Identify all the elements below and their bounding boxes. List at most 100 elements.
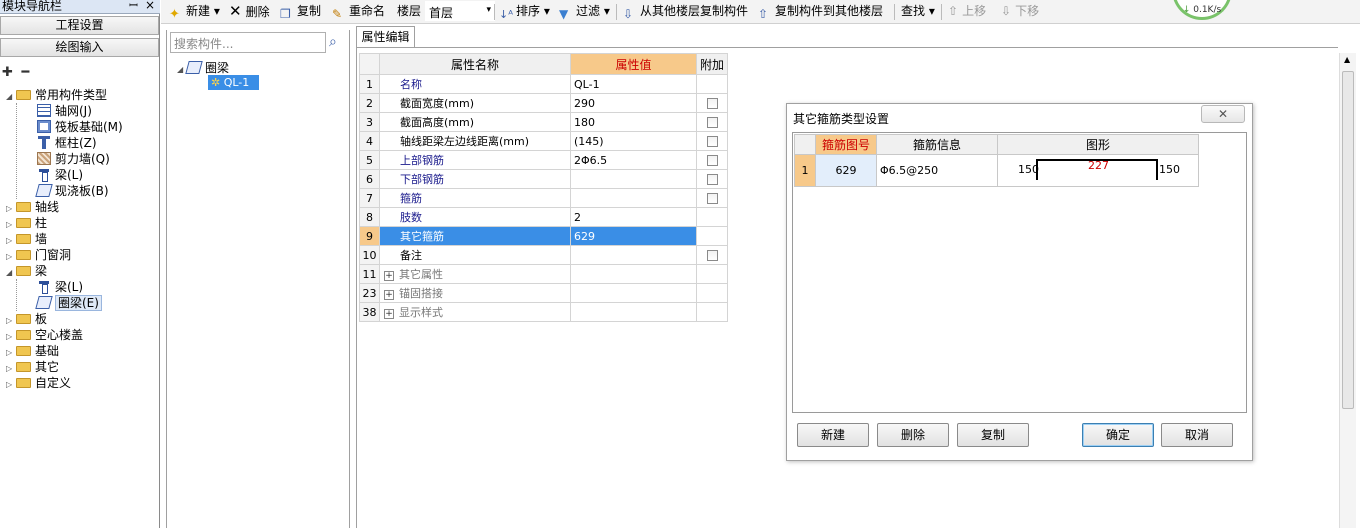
sort-button[interactable]: ↓ᴬ 排序 ▾ — [499, 3, 550, 21]
checkbox[interactable] — [706, 155, 718, 166]
tree-node-beam-group[interactable]: ◢ 梁 — [6, 263, 158, 279]
table-row[interactable]: 23 + 锚固搭接 — [359, 283, 729, 303]
project-settings-button[interactable]: 工程设置 — [0, 16, 159, 35]
new-button[interactable]: ✦ 新建 ▾ — [169, 3, 220, 22]
expand-plus-icon[interactable]: + — [384, 290, 394, 300]
prop-value[interactable]: 2 — [570, 207, 697, 227]
rename-button[interactable]: ✎ 重命名 — [332, 3, 385, 21]
tree-node-ring-beam[interactable]: 圈梁(E) — [35, 295, 158, 311]
copy-to-floor-button[interactable]: ⇧ 复制构件到其他楼层 — [758, 3, 883, 21]
tab-property-edit[interactable]: 属性编辑 — [356, 26, 415, 48]
table-row[interactable]: 7 箍筋 — [359, 188, 729, 208]
table-row[interactable]: 2 截面宽度(mm) 290 — [359, 93, 729, 113]
prop-value[interactable]: QL-1 — [570, 74, 697, 94]
stirrup-shape[interactable]: 150 227 150 — [997, 154, 1199, 187]
col-header-shape: 图形 — [997, 134, 1199, 155]
move-down-button[interactable]: ⇩ 下移 — [1001, 3, 1039, 21]
ok-button[interactable]: 确定 — [1082, 423, 1154, 447]
stirrup-id[interactable]: 629 — [815, 154, 877, 187]
drawing-input-button[interactable]: 绘图输入 — [0, 38, 159, 57]
table-row[interactable]: 1 名称 QL-1 — [359, 74, 729, 94]
expand-plus-icon[interactable]: + — [384, 271, 394, 281]
table-row[interactable]: 3 截面高度(mm) 180 — [359, 112, 729, 132]
collapse-all-icon[interactable]: ━ — [21, 65, 29, 80]
checkbox[interactable] — [706, 193, 718, 204]
tree-node-axisnet[interactable]: 轴网(J) — [37, 103, 158, 119]
checkbox[interactable] — [706, 174, 718, 185]
table-row[interactable]: 10 备注 — [359, 245, 729, 265]
checkbox[interactable] — [706, 250, 718, 261]
table-row[interactable]: 1 629 Φ6.5@250 150 227 150 — [794, 154, 1199, 187]
prop-group[interactable]: + 显示样式 — [379, 302, 571, 322]
col-header-add: 附加 — [695, 53, 729, 75]
move-up-button[interactable]: ⇧ 上移 — [948, 3, 986, 21]
expand-all-icon[interactable]: ✚ — [2, 65, 13, 80]
table-row[interactable]: 4 轴线距梁左边线距离(mm) (145) — [359, 131, 729, 151]
find-button[interactable]: 查找 ▾ — [901, 3, 935, 21]
prop-group[interactable]: + 其它属性 — [379, 264, 571, 284]
checkbox[interactable] — [706, 98, 718, 109]
tree-node-opening[interactable]: ▷ 门窗洞 — [6, 247, 158, 263]
table-row[interactable]: 38 + 显示样式 — [359, 302, 729, 322]
delete-button[interactable]: 删除 — [877, 423, 949, 447]
tree-node-axis[interactable]: ▷ 轴线 — [6, 199, 158, 215]
collapse-arrow-icon[interactable]: ◢ — [6, 265, 16, 281]
table-row[interactable]: 5 上部钢筋 2Φ6.5 — [359, 150, 729, 170]
scroll-up-icon[interactable]: ▲ — [1344, 55, 1350, 64]
cancel-button[interactable]: 取消 — [1161, 423, 1233, 447]
copy-from-floor-button[interactable]: ⇩ 从其他楼层复制构件 — [623, 3, 748, 21]
collapse-arrow-icon[interactable]: ◢ — [6, 89, 16, 105]
copy-button[interactable]: 复制 — [957, 423, 1029, 447]
tree-node-common[interactable]: ◢ 常用构件类型 — [6, 87, 158, 103]
tree-node-beam-sub[interactable]: 梁(L) — [37, 279, 158, 295]
scroll-thumb[interactable] — [1342, 71, 1354, 409]
prop-value[interactable]: (145) — [570, 131, 697, 151]
tree-node-board[interactable]: ▷ 板 — [6, 311, 158, 327]
delete-label: 删除 — [245, 5, 270, 19]
collapse-arrow-icon[interactable]: ◢ — [177, 65, 183, 74]
prop-value[interactable]: 290 — [570, 93, 697, 113]
table-row[interactable]: 6 下部钢筋 — [359, 169, 729, 189]
new-button[interactable]: 新建 — [797, 423, 869, 447]
tree-node-foundation[interactable]: ▷ 基础 — [6, 343, 158, 359]
tree-node-shear-wall[interactable]: 剪力墙(Q) — [37, 151, 158, 167]
tree-node-beam[interactable]: 梁(L) — [37, 167, 158, 183]
component-item-selected[interactable]: ✲ QL-1 — [208, 75, 259, 90]
checkbox[interactable] — [706, 136, 718, 147]
prop-value[interactable]: 180 — [570, 112, 697, 132]
expand-arrow-icon[interactable]: ▷ — [6, 377, 16, 393]
tree-node-other[interactable]: ▷ 其它 — [6, 359, 158, 375]
tree-node-frame-column[interactable]: 框柱(Z) — [37, 135, 158, 151]
prop-value[interactable] — [570, 188, 697, 208]
tree-label: 其它 — [35, 360, 60, 374]
floor-select[interactable]: 首层 ▾ — [425, 1, 495, 21]
stirrup-info[interactable]: Φ6.5@250 — [876, 154, 998, 187]
vertical-scrollbar[interactable]: ▲ — [1339, 53, 1356, 528]
row-number: 8 — [359, 207, 380, 227]
table-row[interactable]: 8 肢数 2 — [359, 207, 729, 227]
tree-node-custom[interactable]: ▷ 自定义 — [6, 375, 158, 391]
tree-node-column[interactable]: ▷ 柱 — [6, 215, 158, 231]
expand-plus-icon[interactable]: + — [384, 309, 394, 319]
prop-value[interactable]: 2Φ6.5 — [570, 150, 697, 170]
tree-node-raft[interactable]: 筏板基础(M) — [37, 119, 158, 135]
filter-button[interactable]: ▼ 过滤 ▾ — [559, 3, 610, 21]
tree-node-slab[interactable]: 现浇板(B) — [35, 183, 158, 199]
search-input[interactable]: 搜索构件... — [170, 32, 326, 53]
table-row[interactable]: 11 + 其它属性 — [359, 264, 729, 284]
prop-group[interactable]: + 锚固搭接 — [379, 283, 571, 303]
dialog-close-button[interactable]: ✕ — [1201, 105, 1245, 123]
component-root[interactable]: ◢ 圈梁 — [177, 59, 229, 76]
checkbox[interactable] — [706, 117, 718, 128]
prop-value[interactable]: 629 — [570, 226, 697, 246]
close-icon[interactable]: × — [145, 0, 155, 11]
tree-node-wall[interactable]: ▷ 墙 — [6, 231, 158, 247]
search-icon[interactable]: ⌕ — [329, 34, 345, 50]
pin-icon[interactable]: ꟷ — [129, 0, 138, 12]
table-row-selected[interactable]: 9 其它箍筋 629 — [359, 226, 729, 246]
copy-button[interactable]: ❐ 复制 — [280, 3, 321, 21]
prop-value[interactable] — [570, 245, 697, 265]
delete-button[interactable]: ✕ 删除 — [229, 3, 270, 21]
prop-value[interactable] — [570, 169, 697, 189]
tree-node-hollow[interactable]: ▷ 空心楼盖 — [6, 327, 158, 343]
